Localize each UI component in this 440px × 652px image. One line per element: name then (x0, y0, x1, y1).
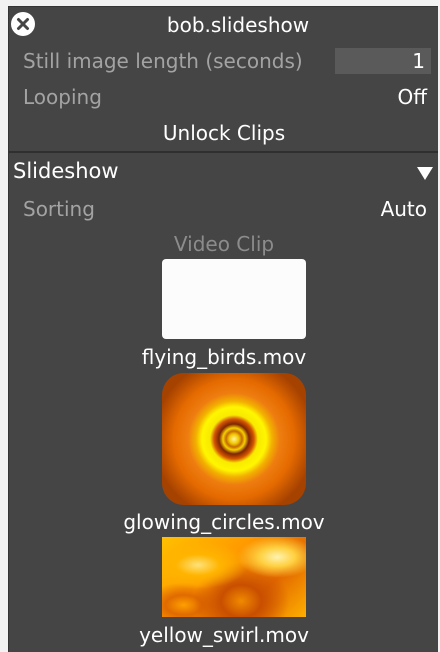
concentric-circles-thumbnail[interactable] (162, 373, 306, 505)
looping-label: Looping (23, 85, 102, 109)
unlock-clips-row: Unlock Clips (9, 115, 438, 151)
sorting-dropdown[interactable]: Auto (381, 191, 427, 227)
slideshow-section-header[interactable]: Slideshow (9, 153, 438, 189)
slideshow-panel: bob.slideshow Still image length (second… (8, 6, 438, 652)
title-bar: bob.slideshow (9, 7, 438, 43)
clip-name: yellow_swirl.mov (139, 623, 309, 647)
clip-name: glowing_circles.mov (123, 510, 325, 534)
unlock-clips-button[interactable]: Unlock Clips (9, 115, 438, 151)
clip-name: flying_birds.mov (141, 345, 307, 369)
sorting-row: Sorting Auto (9, 191, 438, 227)
looping-row: Looping Off (9, 79, 438, 115)
looping-toggle[interactable]: Off (397, 79, 427, 115)
still-image-length-field[interactable]: 1 (335, 48, 431, 74)
panel-title: bob.slideshow (166, 13, 310, 37)
still-image-length-label: Still image length (seconds) (23, 49, 303, 73)
close-icon[interactable] (11, 12, 35, 36)
slideshow-section-title: Slideshow (13, 159, 119, 183)
blank-white-thumbnail[interactable] (162, 259, 306, 339)
clip-item[interactable]: glowing_circles.mov (9, 373, 438, 539)
yellow-swirl-thumbnail[interactable] (162, 537, 306, 617)
clip-column-header: Video Clip (9, 229, 438, 259)
triangle-down-icon[interactable] (417, 165, 433, 184)
clip-item[interactable]: flying_birds.mov (9, 259, 438, 371)
video-clip-header: Video Clip (173, 232, 275, 256)
clip-item[interactable]: yellow_swirl.mov (9, 537, 438, 649)
still-image-length-row: Still image length (seconds) 1 (9, 43, 438, 79)
sorting-label: Sorting (23, 197, 95, 221)
